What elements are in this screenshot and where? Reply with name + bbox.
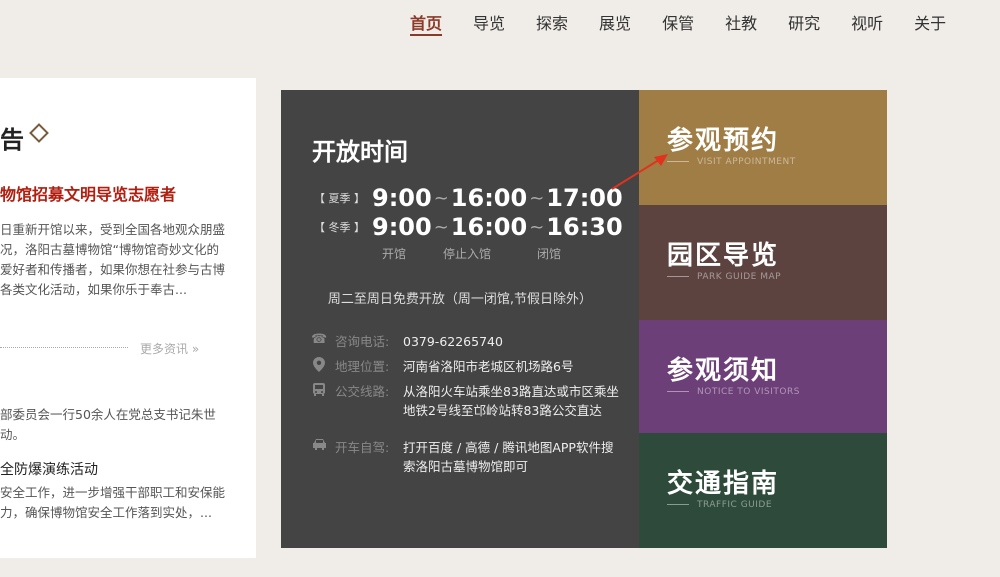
winter-stop-time: 16:00 [450, 213, 528, 241]
tile-notice-to-visitors[interactable]: 参观须知 NOTICE TO VISITORS [639, 320, 887, 435]
news-heading: 告 [0, 126, 24, 154]
phone-row: ☎ 咨询电话: 0379-62265740 [311, 332, 621, 351]
label-stop: 停止入馆 [443, 247, 492, 261]
nav-item-home[interactable]: 首页 [410, 0, 443, 40]
tile-subtitle: NOTICE TO VISITORS [667, 387, 800, 397]
bus-icon [311, 382, 327, 398]
nav-item-explore[interactable]: 探索 [536, 0, 568, 40]
bus-label: 公交线路: [335, 384, 390, 399]
drive-label: 开车自驾: [335, 440, 390, 455]
nav-item-about[interactable]: 关于 [914, 0, 946, 40]
tile-traffic-guide[interactable]: 交通指南 TRAFFIC GUIDE [639, 433, 887, 548]
more-news-link[interactable]: 更多资讯 » [140, 340, 199, 357]
drive-row: 开车自驾: 打开百度 / 高德 / 腾讯地图APP软件搜索洛阳古墓博物馆即可 [311, 438, 621, 476]
address-row: 地理位置: 河南省洛阳市老城区机场路6号 [311, 357, 621, 376]
phone-label: 咨询电话: [335, 334, 390, 349]
nav-item-education[interactable]: 社教 [725, 0, 757, 40]
nav-item-exhibition[interactable]: 展览 [599, 0, 631, 40]
opening-hours-title: 开放时间 [312, 138, 408, 166]
tile-park-guide[interactable]: 园区导览 PARK GUIDE MAP [639, 205, 887, 320]
top-nav: 首页 导览 探索 展览 保管 社教 研究 视听 关于 [410, 0, 977, 40]
nav-item-media[interactable]: 视听 [851, 0, 883, 40]
address-value: 河南省洛阳市老城区机场路6号 [403, 359, 574, 374]
winter-open-time: 9:00 [372, 213, 432, 241]
tile-subtitle: PARK GUIDE MAP [667, 272, 781, 282]
phone-icon: ☎ [311, 332, 328, 347]
nav-item-guide[interactable]: 导览 [473, 0, 505, 40]
tile-title: 交通指南 [667, 469, 780, 499]
news-card: 告 物馆招募文明导览志愿者 日重新开馆以来，受到全国各地观众朋盛况，洛阳古墓博物… [0, 78, 256, 558]
car-icon [311, 438, 327, 454]
tile-title: 园区导览 [667, 241, 780, 271]
news-more-row: 更多资讯 » [0, 340, 230, 356]
nav-item-collection[interactable]: 保管 [662, 0, 694, 40]
tile-title: 参观须知 [667, 356, 780, 386]
opening-hours-panel: 开放时间 【 夏季 】 9:00 ~ 16:00 ~ 17:00 【 冬季 】 … [281, 90, 639, 548]
news-item-2-body: 安全工作，进一步增强干部职工和安保能力，确保博物馆安全工作落到实处，... [0, 485, 226, 520]
summer-stop-time: 16:00 [450, 184, 528, 212]
tile-title: 参观预约 [667, 126, 780, 156]
summer-label: 【 夏季 】 [314, 192, 365, 205]
pointer-arrow [611, 154, 668, 190]
news-item-2-title[interactable]: 全防爆演练活动 [0, 459, 98, 479]
bus-value: 从洛阳火车站乘坐83路直达或市区乘坐地铁2号线至邙岭站转83路公交直达 [403, 384, 619, 418]
summer-open-time: 9:00 [372, 184, 432, 212]
news-item-1[interactable]: 部委员会一行50余人在党总支书记朱世动。 [0, 405, 225, 445]
tile-subtitle: TRAFFIC GUIDE [667, 500, 772, 510]
dotted-divider [0, 347, 128, 348]
free-admission-notice: 周二至周日免费开放（周一闭馆,节假日除外） [327, 292, 593, 307]
label-open: 开馆 [382, 247, 407, 261]
location-icon [311, 357, 327, 373]
drive-value: 打开百度 / 高德 / 腾讯地图APP软件搜索洛阳古墓博物馆即可 [403, 440, 614, 474]
label-close: 闭馆 [537, 247, 562, 261]
tilde: ~ [433, 187, 449, 209]
news-featured-title[interactable]: 物馆招募文明导览志愿者 [0, 181, 256, 205]
nav-item-research[interactable]: 研究 [788, 0, 820, 40]
tile-visit-appointment[interactable]: 参观预约 VISIT APPOINTMENT [639, 90, 887, 205]
tilde: ~ [529, 187, 545, 209]
diamond-ornament-icon [29, 123, 49, 143]
winter-close-time: 16:30 [546, 213, 623, 241]
phone-value: 0379-62265740 [403, 334, 503, 349]
tilde: ~ [529, 216, 545, 238]
winter-label: 【 冬季 】 [314, 221, 365, 234]
tile-subtitle: VISIT APPOINTMENT [667, 157, 796, 167]
winter-hours-row: 【 冬季 】 9:00 ~ 16:00 ~ 16:30 [314, 213, 623, 241]
address-label: 地理位置: [335, 359, 390, 374]
news-featured-body: 日重新开馆以来，受到全国各地观众朋盛况，洛阳古墓博物馆“博物馆奇妙文化的爱好者和… [0, 222, 226, 297]
bus-row: 公交线路: 从洛阳火车站乘坐83路直达或市区乘坐地铁2号线至邙岭站转83路公交直… [311, 382, 621, 420]
summer-hours-row: 【 夏季 】 9:00 ~ 16:00 ~ 17:00 [314, 184, 623, 212]
tilde: ~ [433, 216, 449, 238]
